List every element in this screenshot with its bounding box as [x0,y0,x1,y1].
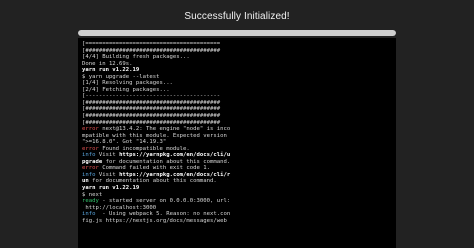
terminal-text: - Using webpack 5. Reason: no next.con [95,211,231,218]
terminal-lines: [=======================================… [78,38,396,224]
info-tag: info [82,211,96,218]
terminal-text: [=======================================… [82,41,221,47]
error-tag: error [82,145,99,152]
terminal-line: fig.js https://nextjs.org/docs/messages/… [82,218,392,225]
terminal-text: Visit [95,152,120,159]
terminal-text: Visit [95,171,120,178]
terminal-text: [#######################################… [82,106,221,113]
terminal-text: yarn run v1.22.19 [82,185,140,192]
terminal-text: [#######################################… [82,99,221,106]
terminal-text: un [82,178,89,185]
terminal-text: mpatible with this module. Expected vers… [82,132,227,139]
info-tag: info [82,171,96,178]
terminal-text: pgrade [82,158,103,165]
terminal-text: - started server on 0.0.0.0:3000, url: [98,198,231,205]
terminal-text: Command failed with exit code 1. [98,165,210,172]
info-tag: info [82,152,96,159]
terminal-text: for documentation about this command. [88,178,217,185]
terminal-text: https://yarnpkg.com/en/docs/cli/r [119,171,231,178]
terminal-text: $ yarn upgrade --latest [82,73,160,80]
progress-bar-fill [78,30,396,36]
page-title: Successfully Initialized! [184,11,290,22]
terminal-text: [4/4] Building fresh packages... [82,54,190,61]
error-tag: error [82,126,99,133]
ready-tag: ready [82,198,99,205]
terminal-output[interactable]: [=======================================… [78,38,396,248]
terminal-text: [---------------------------------------… [82,93,221,100]
terminal-text: [1/4] Resolving packages... [82,80,173,87]
error-tag: error [82,165,99,172]
terminal-text: for documentation about this command. [102,158,231,165]
terminal-text: Done in 12.69s. [82,60,133,67]
terminal-text: yarn run v1.22.19 [82,67,140,74]
terminal-text: $ next [82,191,103,198]
terminal-text: [2/4] Fetching packages... [82,86,170,93]
terminal-text: http://localhost:3000 [82,204,157,211]
terminal-text: next@13.4.2: The engine "node" is inco [98,126,231,133]
terminal-text: [#######################################… [82,113,221,120]
terminal-text: Found incompatible module. [98,145,190,152]
terminal-text: ">=16.8.0". Got "14.19.3" [82,139,167,146]
terminal-text: https://yarnpkg.com/en/docs/cli/u [119,152,231,159]
terminal-text: [#######################################… [82,119,221,126]
progress-bar [78,30,396,36]
terminal-text: fig.js https://nextjs.org/docs/messages/… [82,217,227,224]
terminal-text: [#######################################… [82,47,221,54]
